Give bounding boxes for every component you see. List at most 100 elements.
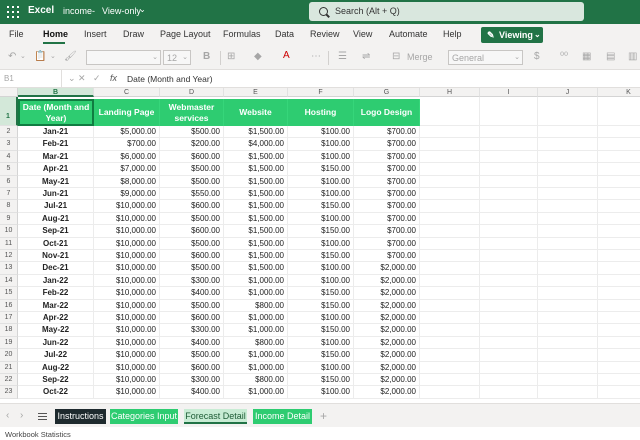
function-icon[interactable]: fx: [110, 73, 117, 83]
empty-cell[interactable]: [598, 176, 640, 188]
empty-cell[interactable]: [598, 225, 640, 238]
confirm-icon[interactable]: ✓: [93, 73, 101, 84]
row-header-11[interactable]: 11: [0, 237, 18, 250]
table-cell[interactable]: May-21: [18, 175, 94, 188]
table-cell[interactable]: $2,000.00: [354, 324, 420, 337]
table-cell[interactable]: $300.00: [160, 374, 224, 387]
table-cell[interactable]: Sep-22: [18, 374, 94, 387]
table-cell[interactable]: $200.00: [160, 138, 224, 151]
row-header-3[interactable]: 3: [0, 138, 18, 151]
table-cell[interactable]: $1,500.00: [224, 150, 288, 164]
column-header-d[interactable]: D: [160, 88, 224, 97]
table-cell[interactable]: $500.00: [160, 163, 224, 176]
viewing-mode-button[interactable]: ✎ Viewing ⌄: [481, 27, 543, 43]
empty-cell[interactable]: [480, 336, 538, 350]
table-cell[interactable]: $800.00: [224, 336, 288, 350]
table-cell[interactable]: $400.00: [160, 287, 224, 300]
add-sheet-icon[interactable]: +: [320, 409, 327, 423]
format-painter-icon[interactable]: 🖌: [64, 51, 77, 62]
empty-cell[interactable]: [480, 349, 538, 362]
table-cell[interactable]: $7,000.00: [94, 163, 160, 176]
table-cell[interactable]: Apr-21: [18, 163, 94, 176]
sheet-tab-income-detail[interactable]: Income Detail: [253, 409, 312, 424]
empty-cell[interactable]: [420, 237, 480, 250]
empty-cell[interactable]: [480, 225, 538, 238]
row-header-23[interactable]: 23: [0, 386, 18, 399]
empty-cell[interactable]: [598, 200, 640, 213]
table-cell[interactable]: $100.00: [288, 262, 354, 275]
table-cell[interactable]: Aug-21: [18, 212, 94, 226]
empty-cell[interactable]: [480, 361, 538, 374]
table-cell[interactable]: $10,000.00: [94, 274, 160, 288]
decimal-icon[interactable]: ⁰⁰: [560, 51, 568, 62]
empty-cell[interactable]: [538, 225, 598, 238]
table-cell[interactable]: Apr-22: [18, 312, 94, 325]
table-cell[interactable]: $550.00: [160, 188, 224, 201]
tab-file[interactable]: File: [9, 29, 24, 39]
empty-cell[interactable]: [598, 362, 640, 374]
empty-cell[interactable]: [420, 274, 480, 288]
table-cell[interactable]: Feb-21: [18, 138, 94, 151]
name-box[interactable]: B1: [0, 70, 62, 87]
table-cell[interactable]: $500.00: [160, 126, 224, 139]
table-format-icon[interactable]: ▤: [606, 51, 615, 62]
table-cell[interactable]: $500.00: [160, 237, 224, 250]
table-cell[interactable]: $10,000.00: [94, 225, 160, 238]
sheet-tab-instructions[interactable]: Instructions: [55, 409, 106, 424]
conditional-format-icon[interactable]: ▦: [582, 51, 591, 62]
table-cell[interactable]: $700.00: [354, 250, 420, 263]
table-cell[interactable]: $2,000.00: [354, 349, 420, 362]
header-cell[interactable]: Hosting: [288, 99, 354, 126]
table-cell[interactable]: $700.00: [354, 237, 420, 250]
table-cell[interactable]: $150.00: [288, 374, 354, 387]
tab-help[interactable]: Help: [443, 29, 462, 39]
table-cell[interactable]: $100.00: [288, 237, 354, 250]
table-cell[interactable]: $1,500.00: [224, 225, 288, 238]
table-cell[interactable]: $1,500.00: [224, 200, 288, 213]
expand-icon[interactable]: ⌄: [68, 73, 76, 84]
row-header-18[interactable]: 18: [0, 324, 18, 337]
table-cell[interactable]: $100.00: [288, 336, 354, 350]
table-cell[interactable]: $1,000.00: [224, 361, 288, 374]
empty-cell[interactable]: [538, 274, 598, 288]
table-cell[interactable]: $100.00: [288, 274, 354, 288]
empty-cell[interactable]: [598, 300, 640, 312]
empty-cell[interactable]: [538, 200, 598, 213]
empty-cell[interactable]: [598, 138, 640, 151]
empty-cell[interactable]: [538, 175, 598, 188]
table-cell[interactable]: $100.00: [288, 188, 354, 201]
empty-cell[interactable]: [480, 163, 538, 176]
table-cell[interactable]: $500.00: [160, 175, 224, 188]
table-cell[interactable]: $4,000.00: [224, 138, 288, 151]
table-cell[interactable]: $150.00: [288, 163, 354, 176]
formula-content[interactable]: Date (Month and Year): [127, 74, 213, 84]
table-cell[interactable]: $700.00: [354, 225, 420, 238]
table-cell[interactable]: $700.00: [354, 163, 420, 176]
table-cell[interactable]: Jan-21: [18, 126, 94, 139]
table-cell[interactable]: Jan-22: [18, 274, 94, 288]
row-header-9[interactable]: 9: [0, 212, 18, 226]
table-cell[interactable]: $1,500.00: [224, 237, 288, 250]
table-cell[interactable]: Jun-22: [18, 336, 94, 350]
app-launcher-icon[interactable]: [7, 6, 19, 18]
merge-icon[interactable]: ⊟: [392, 51, 400, 62]
row-header-6[interactable]: 6: [0, 175, 18, 188]
empty-cell[interactable]: [480, 188, 538, 201]
empty-cell[interactable]: [480, 312, 538, 325]
empty-cell[interactable]: [480, 262, 538, 275]
table-cell[interactable]: $10,000.00: [94, 324, 160, 337]
empty-cell[interactable]: [538, 287, 598, 300]
empty-cell[interactable]: [538, 237, 598, 250]
empty-cell[interactable]: [538, 386, 598, 399]
header-cell[interactable]: Logo Design: [354, 99, 420, 126]
number-format-select[interactable]: General ⌄: [448, 50, 523, 65]
table-cell[interactable]: $100.00: [288, 212, 354, 226]
empty-cell[interactable]: [598, 151, 640, 164]
empty-cell[interactable]: [538, 324, 598, 337]
column-header-i[interactable]: I: [480, 88, 538, 97]
empty-cell[interactable]: [480, 138, 538, 151]
table-cell[interactable]: $100.00: [288, 175, 354, 188]
table-cell[interactable]: $10,000.00: [94, 287, 160, 300]
empty-cell[interactable]: [480, 374, 538, 387]
column-header-k[interactable]: K: [598, 88, 640, 97]
